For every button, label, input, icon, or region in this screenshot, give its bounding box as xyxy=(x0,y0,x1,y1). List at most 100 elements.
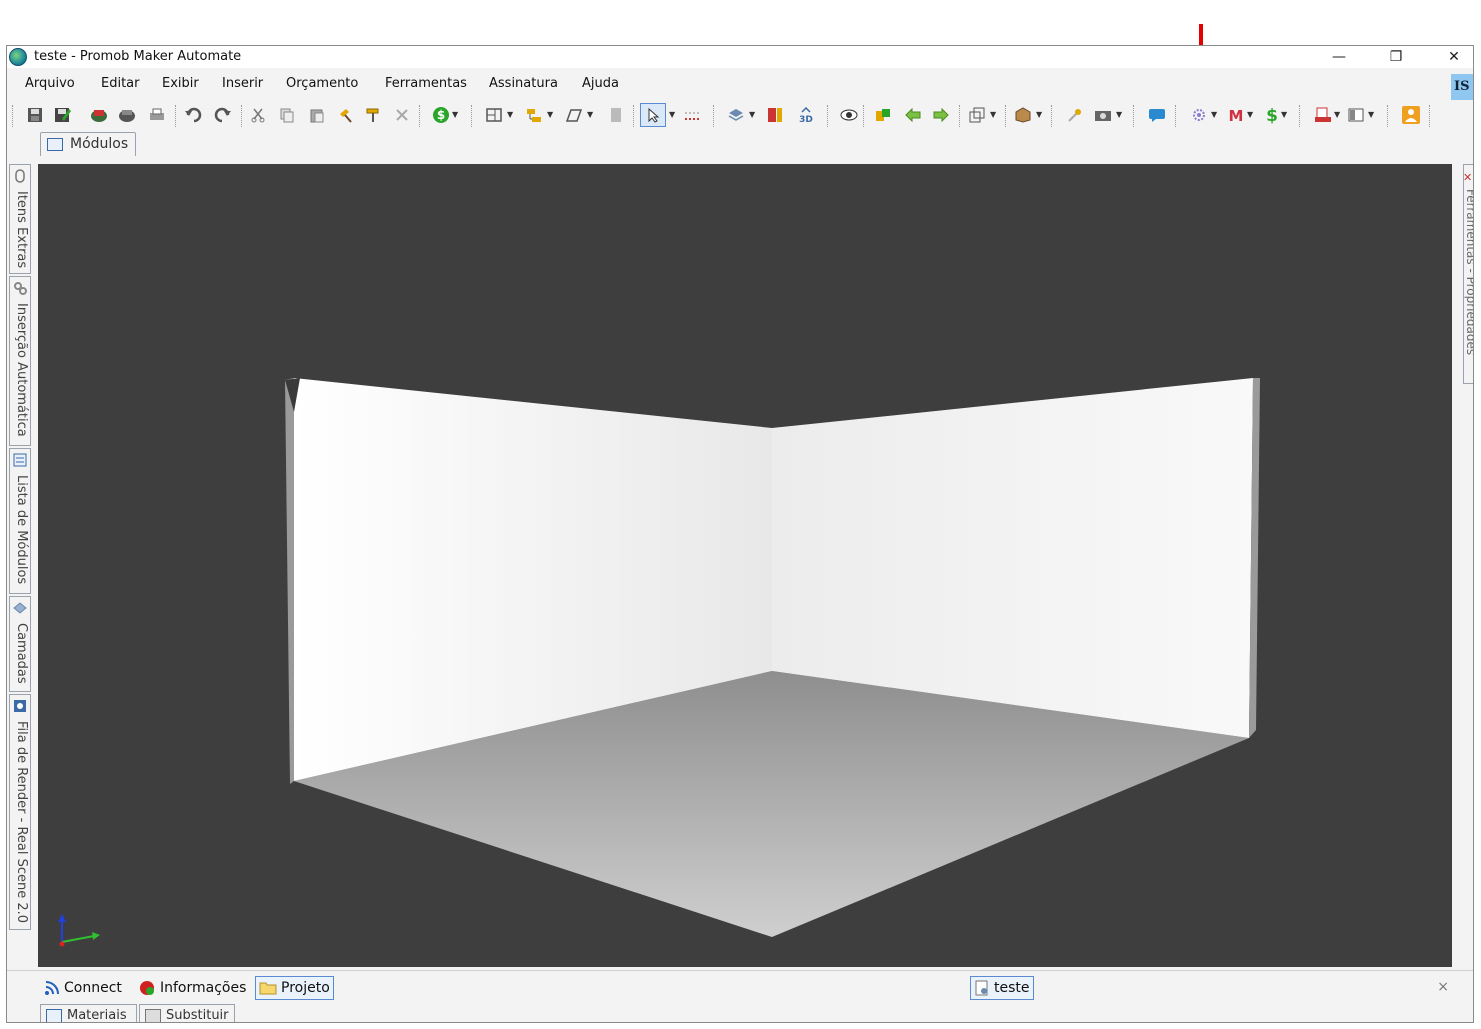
chevron-down-icon[interactable]: ▼ xyxy=(669,110,675,119)
copy-icon[interactable] xyxy=(277,106,297,124)
menu-inserir[interactable]: Inserir xyxy=(222,76,263,91)
toolbar-separator xyxy=(1299,105,1300,127)
menu-assinatura[interactable]: Assinatura xyxy=(489,76,558,91)
eye-icon[interactable] xyxy=(839,106,859,124)
gears-icon xyxy=(14,282,27,295)
paste-icon[interactable] xyxy=(307,106,327,124)
chevron-down-icon[interactable]: ▼ xyxy=(1036,110,1042,119)
layers-icon xyxy=(13,602,27,614)
close-panel-icon[interactable]: ✕ xyxy=(1463,171,1472,184)
side-tab-label: Itens Extras xyxy=(14,191,29,269)
chevron-down-icon[interactable]: ▼ xyxy=(452,110,458,119)
m-logo-icon[interactable]: M xyxy=(1226,106,1246,124)
select-cursor-icon[interactable] xyxy=(640,103,666,127)
tab-connect[interactable]: Connect xyxy=(41,976,125,1000)
redo-icon[interactable] xyxy=(213,106,233,124)
chevron-down-icon[interactable]: ▼ xyxy=(749,110,755,119)
side-tab-label: Lista de Módulos xyxy=(14,475,29,585)
layout-icon[interactable] xyxy=(1346,106,1366,124)
side-tab-label: Fila de Render - Real Scene 2.0 xyxy=(14,721,29,924)
paint-roller-icon[interactable] xyxy=(363,106,383,124)
folder-icon xyxy=(259,982,277,995)
light-icon[interactable] xyxy=(1065,106,1085,124)
side-tab-fila-de-render[interactable]: Fila de Render - Real Scene 2.0 xyxy=(9,694,31,930)
side-tab-insercao-automatica[interactable]: Inserção Automática xyxy=(9,276,31,446)
3d-viewport[interactable] xyxy=(38,164,1452,967)
dollar-icon[interactable]: $ xyxy=(1262,106,1282,124)
delete-icon[interactable] xyxy=(392,106,412,124)
user-account-icon[interactable] xyxy=(1401,106,1421,124)
menu-arquivo[interactable]: Arquivo xyxy=(25,76,75,91)
chevron-down-icon[interactable]: ▼ xyxy=(1281,110,1287,119)
chevron-down-icon[interactable]: ▼ xyxy=(1368,110,1374,119)
chevron-down-icon[interactable]: ▼ xyxy=(1247,110,1253,119)
measure-icon[interactable] xyxy=(683,106,703,124)
chevron-down-icon[interactable]: ▼ xyxy=(1116,110,1122,119)
chat-icon[interactable] xyxy=(1147,106,1167,124)
chevron-down-icon[interactable]: ▼ xyxy=(1334,110,1340,119)
cabinet-icon[interactable] xyxy=(765,106,785,124)
menu-orcamento[interactable]: Orçamento xyxy=(286,76,358,91)
side-tab-lista-de-modulos[interactable]: Lista de Módulos xyxy=(9,448,31,594)
right-side-panel-ferramentas-propriedades[interactable]: ✕ Ferramentas - Propriedades xyxy=(1463,164,1473,384)
tab-projeto[interactable]: Projeto xyxy=(255,976,334,1000)
side-tab-label: Inserção Automática xyxy=(14,303,29,437)
menu-bar: Arquivo Editar Exibir Inserir Orçamento … xyxy=(7,69,1473,95)
materials-icon xyxy=(46,1009,62,1022)
minimize-button[interactable]: — xyxy=(1310,46,1368,68)
document-icon xyxy=(975,980,988,996)
tab-modulos-label: Módulos xyxy=(70,136,129,152)
3d-scene[interactable] xyxy=(38,164,1452,967)
chevron-down-icon[interactable]: ▼ xyxy=(587,110,593,119)
shape-icon[interactable] xyxy=(564,106,584,124)
report-icon[interactable] xyxy=(1313,106,1333,124)
close-document-icon[interactable]: × xyxy=(1437,979,1449,995)
print-icon[interactable] xyxy=(117,106,137,124)
camera-icon[interactable] xyxy=(1093,106,1113,124)
layers-icon[interactable] xyxy=(726,106,746,124)
side-tab-camadas[interactable]: Camadas xyxy=(9,596,31,692)
chevron-down-icon[interactable]: ▼ xyxy=(547,110,553,119)
menu-editar[interactable]: Editar xyxy=(101,76,140,91)
view-3d-icon[interactable]: 3D xyxy=(796,106,816,124)
arrow-left-icon[interactable] xyxy=(903,106,923,124)
main-toolbar: $ ▼ ▼ ▼ ▼ ▼ ▼ 3D ▼ ▼ ▼ ▼ M ▼ $ ▼ ▼ ▼ xyxy=(7,98,1469,128)
tab-materiais[interactable]: Materiais xyxy=(40,1004,137,1023)
menu-exibir[interactable]: Exibir xyxy=(162,76,199,91)
tab-substituir[interactable]: Substituir xyxy=(139,1004,235,1022)
wireframe-box-icon[interactable] xyxy=(967,106,987,124)
chevron-down-icon[interactable]: ▼ xyxy=(507,110,513,119)
side-tab-label: Camadas xyxy=(14,623,29,684)
module-list-icon xyxy=(13,453,27,467)
arrow-right-icon[interactable] xyxy=(931,106,951,124)
print-preview-icon[interactable] xyxy=(89,106,109,124)
object-link-icon[interactable] xyxy=(873,106,893,124)
save-as-icon[interactable] xyxy=(53,106,73,124)
render-sparkle-icon[interactable] xyxy=(1189,106,1209,124)
cut-icon[interactable] xyxy=(248,106,268,124)
undo-icon[interactable] xyxy=(183,106,203,124)
menu-ferramentas[interactable]: Ferramentas xyxy=(385,76,467,91)
tab-materiais-label: Materiais xyxy=(67,1008,127,1023)
toolbar-separator xyxy=(1429,105,1430,127)
left-side-panel: Itens Extras Inserção Automática Lista d… xyxy=(7,164,33,932)
floor-plan-icon[interactable] xyxy=(484,106,504,124)
toolbar-separator xyxy=(419,105,420,127)
side-tab-itens-extras[interactable]: Itens Extras xyxy=(9,164,31,274)
chevron-down-icon[interactable]: ▼ xyxy=(990,110,996,119)
chevron-down-icon[interactable]: ▼ xyxy=(1211,110,1217,119)
hammer-icon[interactable] xyxy=(335,106,355,124)
document-tab-teste[interactable]: teste xyxy=(970,976,1034,1000)
tab-informacoes[interactable]: Informações xyxy=(135,976,249,1000)
close-button[interactable]: ✕ xyxy=(1425,46,1473,68)
budget-icon[interactable]: $ xyxy=(431,106,451,124)
printer-icon[interactable] xyxy=(147,106,167,124)
is-badge[interactable]: IS xyxy=(1451,74,1473,100)
menu-ajuda[interactable]: Ajuda xyxy=(582,76,619,91)
restore-button[interactable]: ❐ xyxy=(1367,46,1425,68)
tab-modulos[interactable]: Módulos xyxy=(40,132,136,156)
hierarchy-icon[interactable] xyxy=(524,106,544,124)
box-icon[interactable] xyxy=(1013,106,1033,124)
door-icon[interactable] xyxy=(606,106,626,124)
save-icon[interactable] xyxy=(25,106,45,124)
